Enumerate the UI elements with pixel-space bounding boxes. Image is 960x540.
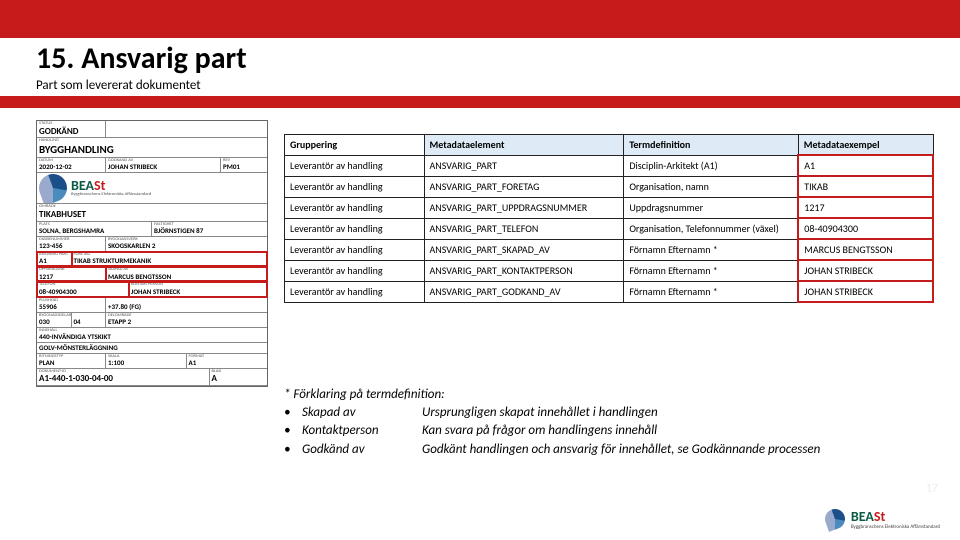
col-metadataexempel: Metadataexempel bbox=[798, 135, 933, 156]
explanation-lead: * Förklaring på termdefinition: bbox=[284, 386, 934, 404]
header-band-top bbox=[0, 0, 960, 38]
page-subtitle: Part som levererat dokumentet bbox=[36, 78, 201, 93]
beast-logo-icon bbox=[822, 506, 848, 532]
table-row: Leverantör av handlingANSVARIG_PART_UPPD… bbox=[285, 197, 934, 218]
table-row: Leverantör av handlingANSVARIG_PART_SKAP… bbox=[285, 239, 934, 260]
col-gruppering: Gruppering bbox=[285, 135, 425, 156]
header-band-bottom bbox=[0, 96, 960, 108]
col-metadataelement: Metadataelement bbox=[424, 135, 624, 156]
table-row: Leverantör av handlingANSVARIG_PART_TELE… bbox=[285, 218, 934, 239]
table-row: Leverantör av handlingANSVARIG_PARTDisci… bbox=[285, 155, 934, 176]
footer-brand: BEASt Byggbranschens Elektroniska Affärs… bbox=[825, 508, 940, 530]
beast-logo-icon bbox=[37, 173, 71, 203]
table-row: Leverantör av handlingANSVARIG_PART_GODK… bbox=[285, 281, 934, 302]
table-row: Leverantör av handlingANSVARIG_PART_FORE… bbox=[285, 176, 934, 197]
page-number: 17 bbox=[926, 482, 938, 496]
table-row: Leverantör av handlingANSVARIG_PART_KONT… bbox=[285, 260, 934, 281]
metadata-table: Gruppering Metadataelement Termdefinitio… bbox=[284, 134, 934, 303]
term-definition-explanation: * Förklaring på termdefinition: •Skapad … bbox=[284, 386, 934, 459]
col-termdefinition: Termdefinition bbox=[624, 135, 798, 156]
page-title: 15. Ansvarig part bbox=[36, 40, 247, 77]
table-header-row: Gruppering Metadataelement Termdefinitio… bbox=[285, 135, 934, 156]
title-block-form: STATUSGODKÄND HANDLINGBYGGHANDLING DATUM… bbox=[36, 120, 268, 387]
